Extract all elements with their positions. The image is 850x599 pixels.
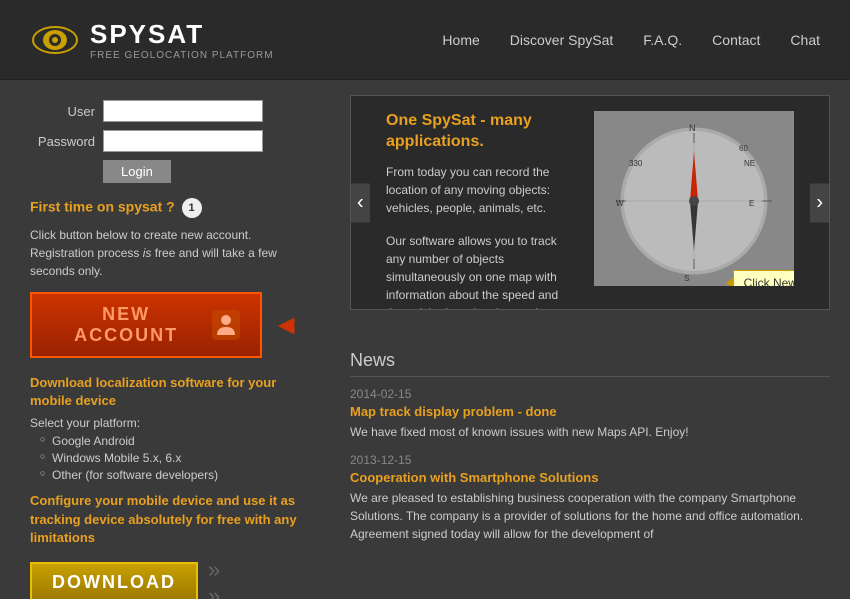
first-time-title: First time on spysat ? 1 — [30, 198, 300, 218]
svg-text:60: 60 — [739, 144, 748, 153]
news-header: News — [350, 350, 830, 377]
carousel-content: One SpySat - many applications. From tod… — [366, 111, 814, 294]
first-time-title-text: First time on spysat ? — [30, 199, 175, 215]
platform-label: Select your platform: — [30, 416, 300, 430]
svg-text:S: S — [684, 274, 689, 283]
right-panel: ‹ One SpySat - many applications. From t… — [330, 80, 850, 599]
logo-icon — [30, 22, 80, 57]
tooltip-text: Click New Account — [744, 276, 794, 286]
news-section: News 2014-02-15 Map track display proble… — [350, 350, 830, 543]
badge-number: 1 — [182, 198, 202, 218]
first-time-line1: Click button below to create new account… — [30, 228, 251, 242]
news-item-1: 2014-02-15 Map track display problem - d… — [350, 387, 830, 441]
nav-contact[interactable]: Contact — [712, 32, 760, 48]
download-section: Download localization software for your … — [30, 374, 300, 482]
new-account-label: NEW ACCOUNT — [52, 304, 200, 346]
download-button[interactable]: DOWNLOAD — [30, 562, 198, 599]
platform-other[interactable]: Other (for software developers) — [40, 468, 300, 482]
left-panel: User Password Login First time on spysat… — [0, 80, 330, 599]
news-item-title-2[interactable]: Cooperation with Smartphone Solutions — [350, 470, 830, 485]
configure-section: Configure your mobile device and use it … — [30, 492, 300, 599]
nav-discover[interactable]: Discover SpySat — [510, 32, 613, 48]
spy-text: SPYSAT — [90, 19, 204, 49]
password-row: Password — [30, 130, 300, 152]
carousel-prev-button[interactable]: ‹ — [351, 183, 370, 222]
carousel-text: One SpySat - many applications. From tod… — [386, 111, 579, 294]
carousel-image: N 330 60 NE E S W — [594, 111, 794, 286]
person-icon — [212, 310, 240, 340]
news-item-body-2: We are pleased to establishing business … — [350, 489, 830, 543]
carousel-body1: From today you can record the location o… — [386, 163, 579, 217]
user-row: User — [30, 100, 300, 122]
nav-home[interactable]: Home — [442, 32, 479, 48]
double-chevron-icon: »» — [208, 557, 220, 599]
compass-svg: N 330 60 NE E S W — [594, 111, 794, 286]
configure-title: Configure your mobile device and use it … — [30, 492, 300, 547]
logo-subtitle: FREE GEOLOCATION PLATFORM — [90, 50, 274, 61]
download-btn-row: DOWNLOAD »» — [30, 557, 300, 599]
download-title: Download localization software for your … — [30, 374, 300, 410]
password-input[interactable] — [103, 130, 263, 152]
login-btn-row: Login — [30, 160, 300, 183]
news-title: News — [350, 350, 395, 371]
news-date-2: 2013-12-15 — [350, 453, 830, 467]
main-nav: Home Discover SpySat F.A.Q. Contact Chat — [442, 32, 820, 48]
carousel: ‹ One SpySat - many applications. From t… — [350, 95, 830, 310]
logo-text-area: SPYSAT FREE GEOLOCATION PLATFORM — [90, 19, 274, 61]
new-account-button[interactable]: NEW ACCOUNT — [30, 292, 262, 358]
news-date-1: 2014-02-15 — [350, 387, 830, 401]
tooltip-arrow — [726, 277, 734, 286]
svg-text:E: E — [749, 199, 754, 208]
logo-title: SPYSAT — [90, 19, 274, 50]
news-item-body-1: We have fixed most of known issues with … — [350, 423, 830, 441]
header: SPYSAT FREE GEOLOCATION PLATFORM Home Di… — [0, 0, 850, 80]
platform-windows-mobile[interactable]: Windows Mobile 5.x, 6.x — [40, 451, 300, 465]
news-item-title-1[interactable]: Map track display problem - done — [350, 404, 830, 419]
login-form: User Password Login — [30, 100, 300, 183]
carousel-next-button[interactable]: › — [810, 183, 829, 222]
new-account-row: NEW ACCOUNT ◄ — [30, 292, 300, 358]
user-input[interactable] — [103, 100, 263, 122]
first-time-line2: Registration process — [30, 246, 143, 260]
password-label: Password — [30, 134, 95, 149]
first-time-text: Click button below to create new account… — [30, 226, 300, 280]
main: User Password Login First time on spysat… — [0, 80, 850, 599]
tooltip-callout: Click New Account — [733, 270, 794, 286]
carousel-body2: Our software allows you to track any num… — [386, 232, 579, 310]
user-label: User — [30, 104, 95, 119]
logo-area: SPYSAT FREE GEOLOCATION PLATFORM — [30, 19, 274, 61]
login-button[interactable]: Login — [103, 160, 171, 183]
svg-text:330: 330 — [629, 159, 643, 168]
svg-text:NE: NE — [744, 159, 755, 168]
svg-text:W: W — [616, 199, 624, 208]
carousel-headline: One SpySat - many applications. — [386, 111, 579, 153]
platform-list: Google Android Windows Mobile 5.x, 6.x O… — [40, 434, 300, 482]
new-account-arrow: ◄ — [272, 309, 300, 341]
first-time-section: First time on spysat ? 1 Click button be… — [30, 198, 300, 280]
nav-faq[interactable]: F.A.Q. — [643, 32, 682, 48]
svg-text:N: N — [689, 123, 696, 133]
news-item-2: 2013-12-15 Cooperation with Smartphone S… — [350, 453, 830, 543]
nav-chat[interactable]: Chat — [790, 32, 820, 48]
platform-android[interactable]: Google Android — [40, 434, 300, 448]
